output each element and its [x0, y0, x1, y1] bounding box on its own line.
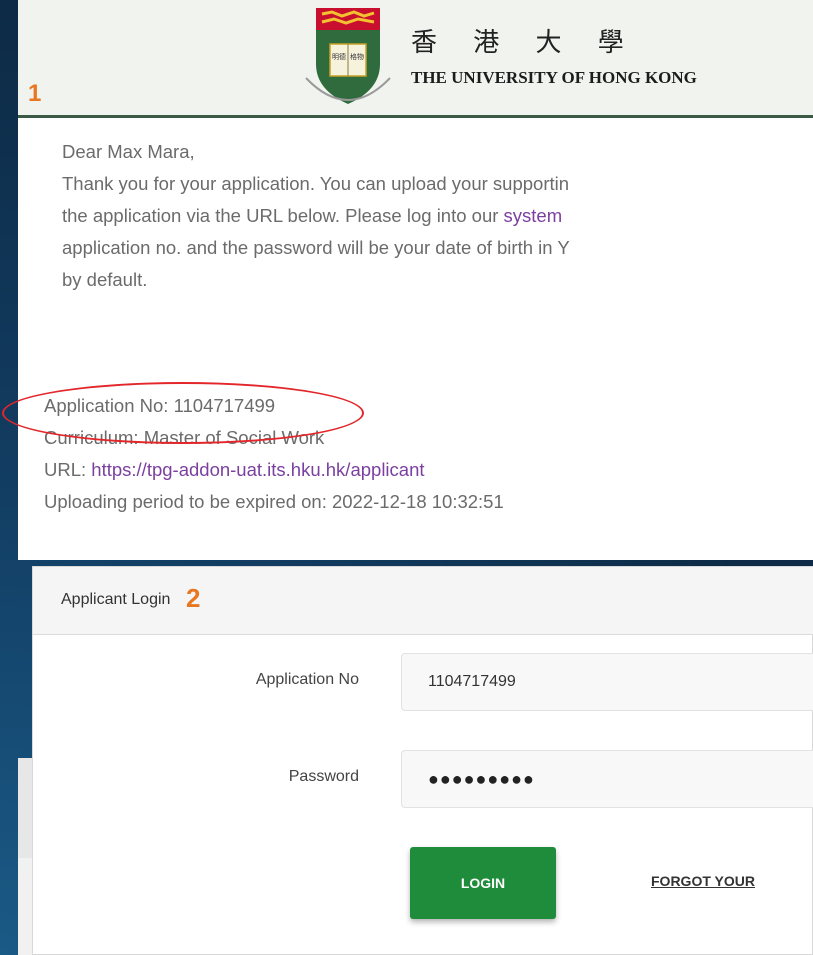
password-mask: ●●●●●●●●● — [428, 769, 535, 789]
email-header: 1 明德 格物 香 港 大 學 THE UNIVERSITY OF HONG K… — [18, 0, 813, 118]
applicant-url-link[interactable]: https://tpg-addon-uat.its.hku.hk/applica… — [91, 459, 424, 480]
background-panel — [18, 758, 32, 858]
body-line: the application via the URL below. Pleas… — [62, 200, 813, 232]
email-body: Dear Max Mara, Thank you for your applic… — [62, 136, 813, 296]
applicant-login-panel: Applicant Login 2 Application No 1104717… — [32, 566, 813, 955]
university-name-english: THE UNIVERSITY OF HONG KONG — [411, 68, 697, 87]
university-crest-logo: 明德 格物 — [305, 8, 391, 104]
login-button[interactable]: LOGIN — [410, 847, 556, 919]
body-line: Thank you for your application. You can … — [62, 173, 570, 194]
login-title: Applicant Login — [61, 591, 171, 608]
greeting: Dear Max Mara, — [62, 141, 195, 162]
url-line: URL: https://tpg-addon-uat.its.hku.hk/ap… — [44, 454, 804, 486]
application-no-input[interactable]: 1104717499 — [401, 653, 813, 711]
highlight-circle — [2, 382, 364, 444]
application-no-label: Application No — [255, 671, 359, 688]
login-panel-header: Applicant Login 2 — [33, 567, 813, 635]
svg-text:明德: 明德 — [332, 52, 346, 61]
system-link[interactable]: system — [504, 205, 563, 226]
password-input[interactable]: ●●●●●●●●● — [401, 750, 813, 808]
university-name-chinese: 香 港 大 學 — [411, 28, 638, 58]
background-panel — [18, 858, 32, 955]
body-line-text: the application via the URL below. Pleas… — [62, 205, 504, 226]
url-label: URL: — [44, 459, 92, 480]
password-label: Password — [288, 768, 359, 785]
step-number-badge: 2 — [186, 583, 201, 613]
step-number-badge: 1 — [28, 80, 42, 107]
forgot-password-link[interactable]: FORGOT YOUR — [651, 873, 755, 889]
svg-text:格物: 格物 — [350, 52, 364, 61]
expiry-date: Uploading period to be expired on: 2022-… — [44, 491, 504, 512]
body-line: by default. — [62, 269, 148, 290]
body-line: application no. and the password will be… — [62, 237, 570, 258]
